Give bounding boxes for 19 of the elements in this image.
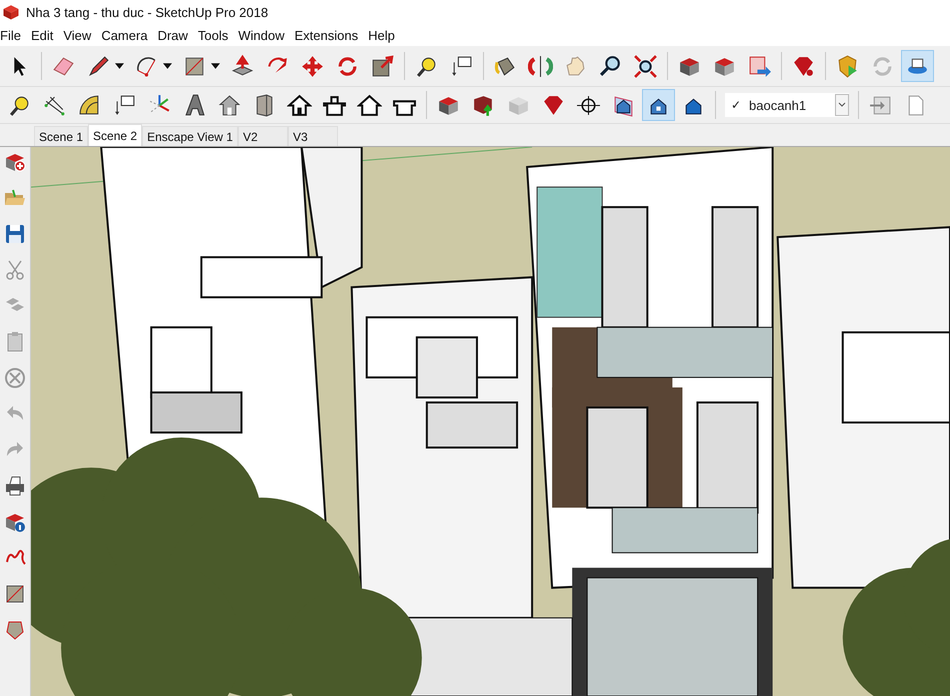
style-name: baocanh1	[749, 98, 808, 112]
menu-item[interactable]: Window	[233, 28, 290, 42]
scene-tab[interactable]: Scene 2	[88, 124, 142, 146]
menu-item[interactable]: Edit	[26, 28, 58, 42]
scene-tab[interactable]: Scene 1	[34, 126, 88, 146]
menu-item[interactable]: Tools	[192, 28, 234, 42]
style-dropdown[interactable]: ✓ baocanh1	[725, 93, 849, 117]
menu-item[interactable]: View	[58, 28, 96, 42]
menu-item[interactable]: Camera	[96, 28, 153, 42]
menu-item[interactable]: Extensions	[290, 28, 364, 42]
scene-tab[interactable]: V3	[288, 126, 338, 146]
window-title: Nha 3 tang - thu duc - SketchUp Pro 2018	[26, 4, 268, 20]
scene-tab[interactable]: V2	[238, 126, 288, 146]
menu-item[interactable]: Draw	[152, 28, 193, 42]
menu-item[interactable]: Help	[363, 28, 400, 42]
scene-tab[interactable]: Enscape View 1	[142, 126, 238, 146]
app-icon	[2, 3, 20, 21]
menu-item[interactable]: File	[0, 28, 26, 42]
check-mark: ✓	[731, 98, 741, 112]
